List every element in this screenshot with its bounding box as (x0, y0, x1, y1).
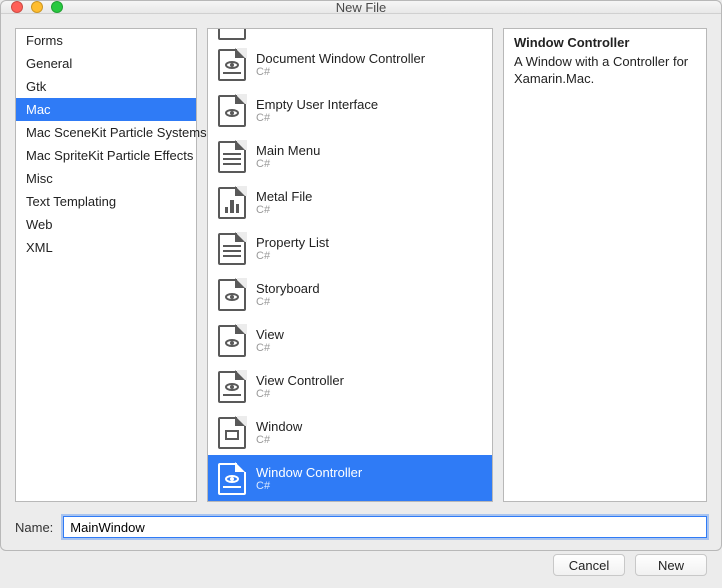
close-icon[interactable] (11, 1, 23, 13)
detail-title: Window Controller (514, 35, 696, 50)
template-sublabel: C# (256, 480, 362, 493)
file-icon (218, 279, 246, 311)
template-label: Empty User Interface (256, 97, 378, 113)
template-label: Main Menu (256, 143, 320, 159)
template-sublabel: C# (256, 66, 425, 79)
category-item[interactable]: Forms (16, 29, 196, 52)
template-text: Window ControllerC# (256, 465, 362, 494)
window-controls (1, 1, 63, 13)
file-icon (218, 187, 246, 219)
template-label: View (256, 327, 284, 343)
template-sublabel: C# (256, 342, 284, 355)
template-text: WindowC# (256, 419, 302, 448)
template-item[interactable]: Window ControllerC# (208, 455, 492, 501)
window-title: New File (1, 0, 721, 15)
panes: FormsGeneralGtkMacMac SceneKit Particle … (15, 28, 707, 502)
name-input[interactable] (63, 516, 707, 538)
file-icon (218, 95, 246, 127)
file-icon (218, 371, 246, 403)
template-label: View Controller (256, 373, 344, 389)
file-icon (218, 417, 246, 449)
zoom-icon[interactable] (51, 1, 63, 13)
category-item[interactable]: XML (16, 236, 196, 259)
minimize-icon[interactable] (31, 1, 43, 13)
file-icon (218, 325, 246, 357)
template-item[interactable]: Property ListC# (208, 225, 492, 271)
template-sublabel: C# (256, 112, 378, 125)
template-item[interactable]: WindowC# (208, 409, 492, 455)
template-item[interactable]: Main MenuC# (208, 133, 492, 179)
category-item[interactable]: Text Templating (16, 190, 196, 213)
cancel-button[interactable]: Cancel (553, 554, 625, 576)
template-text: View ControllerC# (256, 373, 344, 402)
detail-description: A Window with a Controller for Xamarin.M… (514, 54, 696, 88)
file-icon (218, 233, 246, 265)
template-label: Document Window Controller (256, 51, 425, 67)
template-label: Metal File (256, 189, 312, 205)
detail-pane: Window Controller A Window with a Contro… (503, 28, 707, 502)
template-text: Main MenuC# (256, 143, 320, 172)
template-item[interactable]: Empty User InterfaceC# (208, 87, 492, 133)
template-list[interactable]: Document Window ControllerC#Empty User I… (207, 28, 493, 502)
template-label: Storyboard (256, 281, 320, 297)
category-list[interactable]: FormsGeneralGtkMacMac SceneKit Particle … (15, 28, 197, 502)
template-item[interactable]: View ControllerC# (208, 363, 492, 409)
template-text: StoryboardC# (256, 281, 320, 310)
category-item[interactable]: Gtk (16, 75, 196, 98)
template-text: ViewC# (256, 327, 284, 356)
name-row: Name: (15, 516, 707, 538)
category-item[interactable]: Mac (16, 98, 196, 121)
name-label: Name: (15, 520, 53, 535)
category-item[interactable]: General (16, 52, 196, 75)
template-sublabel: C# (256, 434, 302, 447)
new-button[interactable]: New (635, 554, 707, 576)
file-icon (218, 463, 246, 495)
category-item[interactable]: Mac SpriteKit Particle Effects (16, 144, 196, 167)
template-item-truncated (208, 29, 492, 41)
file-icon (218, 29, 246, 40)
template-label: Window (256, 419, 302, 435)
button-row: Cancel New (15, 554, 707, 576)
template-item[interactable]: ViewC# (208, 317, 492, 363)
template-text: Empty User InterfaceC# (256, 97, 378, 126)
category-item[interactable]: Misc (16, 167, 196, 190)
titlebar: New File (1, 1, 721, 14)
dialog-window: New File FormsGeneralGtkMacMac SceneKit … (0, 0, 722, 551)
template-text: Document Window ControllerC# (256, 51, 425, 80)
template-label: Window Controller (256, 465, 362, 481)
file-icon (218, 141, 246, 173)
template-sublabel: C# (256, 250, 329, 263)
template-sublabel: C# (256, 296, 320, 309)
content: FormsGeneralGtkMacMac SceneKit Particle … (1, 14, 721, 588)
template-item[interactable]: Metal FileC# (208, 179, 492, 225)
template-label: Property List (256, 235, 329, 251)
template-text: Property ListC# (256, 235, 329, 264)
template-item[interactable]: StoryboardC# (208, 271, 492, 317)
file-icon (218, 49, 246, 81)
template-sublabel: C# (256, 158, 320, 171)
category-item[interactable]: Web (16, 213, 196, 236)
template-sublabel: C# (256, 204, 312, 217)
category-item[interactable]: Mac SceneKit Particle Systems (16, 121, 196, 144)
template-text: Metal FileC# (256, 189, 312, 218)
template-item[interactable]: Document Window ControllerC# (208, 41, 492, 87)
template-sublabel: C# (256, 388, 344, 401)
